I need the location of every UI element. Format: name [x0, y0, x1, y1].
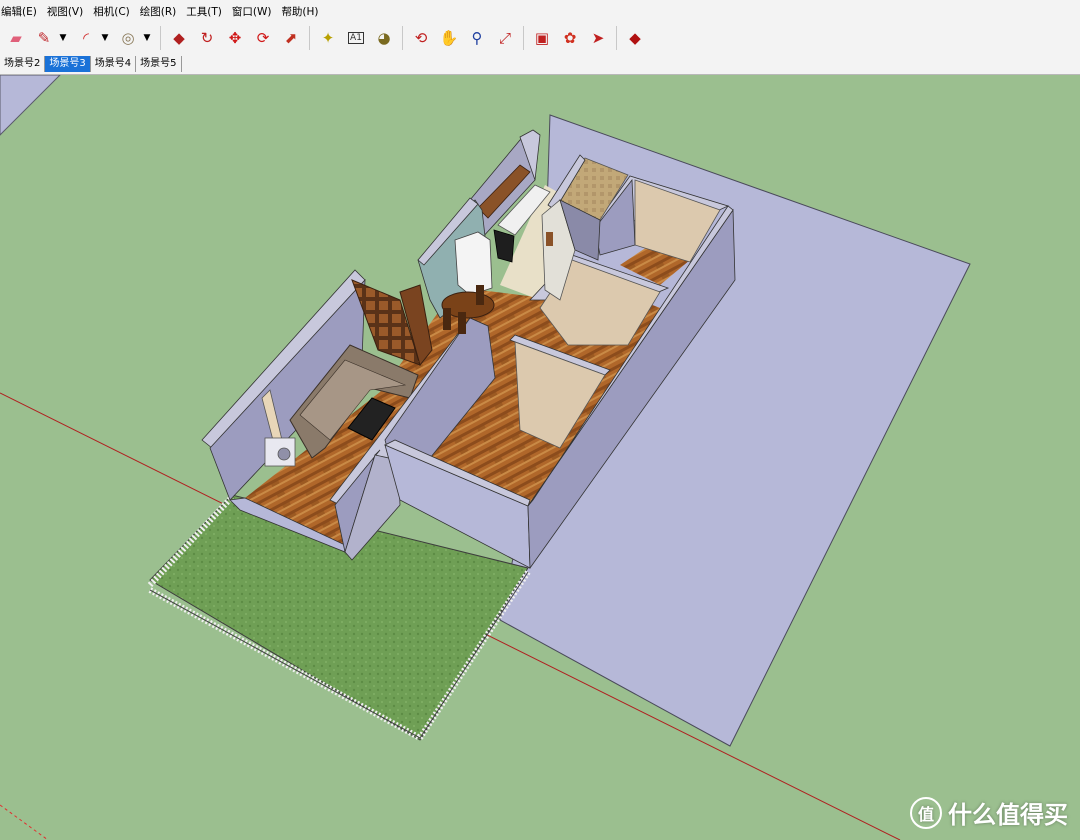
- bathroom-cabinet: [546, 232, 553, 246]
- toolbar-separator: [402, 26, 403, 50]
- warehouse-icon-glyph: ▣: [534, 29, 550, 47]
- zoom-icon-glyph: ⚲: [471, 29, 483, 47]
- dining-chair-mid: [458, 312, 466, 334]
- arc-icon-glyph: ◜: [83, 29, 89, 47]
- menu-item-2[interactable]: 相机(C): [88, 4, 135, 19]
- scale-icon-glyph: ⬈: [284, 29, 298, 47]
- share-model-icon[interactable]: ➤: [586, 26, 610, 50]
- menu-bar: 编辑(E) 视图(V) 相机(C) 绘图(R) 工具(T) 窗口(W) 帮助(H): [0, 0, 1080, 22]
- sketchup-floorplan-model[interactable]: [0, 75, 1080, 840]
- refrigerator: [454, 231, 493, 296]
- tape-measure-icon-glyph: ✦: [321, 29, 335, 47]
- warehouse-icon[interactable]: ▣: [530, 26, 554, 50]
- eraser-icon[interactable]: ▰: [4, 26, 28, 50]
- follow-me-icon[interactable]: ↻: [195, 26, 219, 50]
- scene-tab-3[interactable]: 场景号3: [45, 56, 91, 72]
- chevron-down-icon[interactable]: ▼: [58, 33, 68, 43]
- chevron-down-icon[interactable]: ▼: [142, 33, 152, 43]
- zoom-icon[interactable]: ⚲: [465, 26, 489, 50]
- paint-bucket-icon[interactable]: ◕: [372, 26, 396, 50]
- move-icon-glyph: ✥: [228, 29, 242, 47]
- menu-item-5[interactable]: 窗口(W): [227, 4, 277, 19]
- menu-item-6[interactable]: 帮助(H): [276, 4, 323, 19]
- chevron-down-icon[interactable]: ▼: [100, 33, 110, 43]
- toolbar: ▰ ✎ ▼ ◜ ▼ ◎ ▼ ◆ ↻ ✥ ⟳ ⬈ ✦ A1 ◕ ⟲ ✋ ⚲ ⤢ ▣ ✿ ➤ ◆: [0, 22, 1080, 54]
- scale-icon[interactable]: ⬈: [279, 26, 303, 50]
- zoom-extents-icon-glyph: ⤢: [498, 29, 511, 47]
- rotate-icon[interactable]: ⟳: [251, 26, 275, 50]
- text-icon-glyph: A1: [348, 32, 364, 44]
- tape-measure-icon[interactable]: ✦: [316, 26, 340, 50]
- toolbar-separator: [160, 26, 161, 50]
- orbit-icon-glyph: ⟲: [414, 29, 428, 47]
- toolbar-separator: [616, 26, 617, 50]
- menu-item-0[interactable]: 编辑(E): [0, 4, 42, 19]
- dining-chair-left: [443, 308, 451, 330]
- orbit-icon[interactable]: ⟲: [409, 26, 433, 50]
- pencil-icon-glyph: ✎: [37, 29, 51, 47]
- pan-icon[interactable]: ✋: [437, 26, 461, 50]
- ruby-icon-glyph: ◆: [629, 29, 641, 47]
- dining-chair-right: [476, 285, 484, 305]
- move-icon[interactable]: ✥: [223, 26, 247, 50]
- menu-item-4[interactable]: 工具(T): [181, 4, 227, 19]
- push-pull-icon[interactable]: ◆: [167, 26, 191, 50]
- scene-tabs: 场景号2 场景号3 场景号4 场景号5: [0, 54, 1080, 75]
- watermark-text: 什么值得买: [948, 801, 1068, 829]
- eraser-icon-glyph: ▰: [10, 29, 22, 47]
- ruby-icon[interactable]: ◆: [623, 26, 647, 50]
- zoom-extents-icon[interactable]: ⤢: [493, 26, 517, 50]
- toolbar-separator: [309, 26, 310, 50]
- circle-icon[interactable]: ◎: [116, 26, 140, 50]
- watermark-logo-icon: 值: [910, 796, 942, 829]
- follow-me-icon-glyph: ↻: [200, 29, 214, 47]
- push-pull-icon-glyph: ◆: [173, 29, 185, 47]
- scene-tab-2[interactable]: 场景号2: [0, 56, 46, 72]
- rotate-icon-glyph: ⟳: [256, 29, 270, 47]
- pencil-icon[interactable]: ✎: [32, 26, 56, 50]
- menu-item-1[interactable]: 视图(V): [42, 4, 88, 19]
- toolbar-separator: [523, 26, 524, 50]
- text-icon[interactable]: A1: [344, 26, 368, 50]
- 3d-viewport[interactable]: [0, 75, 1080, 840]
- menu-item-3[interactable]: 绘图(R): [135, 4, 182, 19]
- share-model-icon-glyph: ➤: [591, 29, 605, 47]
- arc-icon[interactable]: ◜: [74, 26, 98, 50]
- watermark: 值 什么值得买: [910, 795, 1068, 830]
- scene-tab-5[interactable]: 场景号5: [136, 56, 182, 72]
- pan-icon-glyph: ✋: [439, 29, 459, 47]
- components-icon-glyph: ✿: [563, 29, 577, 47]
- scene-tab-4[interactable]: 场景号4: [91, 56, 137, 72]
- paint-bucket-icon-glyph: ◕: [377, 29, 391, 47]
- washing-machine-door: [277, 447, 291, 461]
- components-icon[interactable]: ✿: [558, 26, 582, 50]
- circle-icon-glyph: ◎: [121, 29, 135, 47]
